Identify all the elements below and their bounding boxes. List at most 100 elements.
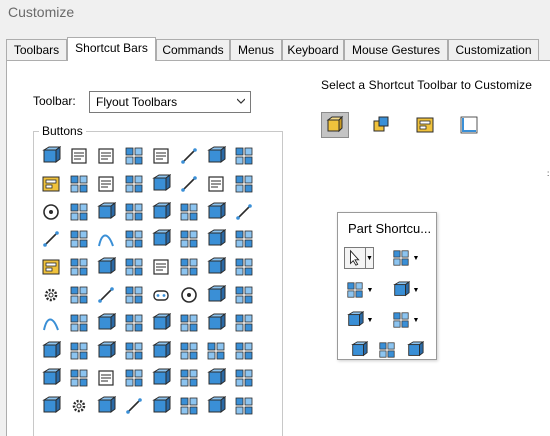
- tab-mouse-gestures[interactable]: Mouse Gestures: [344, 39, 448, 60]
- dropdown-arrow-icon[interactable]: ▼: [412, 279, 420, 301]
- sweep-icon[interactable]: [94, 340, 118, 362]
- blank-page-icon[interactable]: [149, 256, 173, 278]
- isometric-icon[interactable]: [390, 279, 412, 301]
- line-style-icon[interactable]: [177, 173, 201, 195]
- text-format-icon[interactable]: [67, 145, 91, 167]
- dropdown-arrow-icon[interactable]: ▼: [412, 247, 420, 269]
- ruler-icon[interactable]: [177, 395, 201, 417]
- trim-icon[interactable]: [232, 312, 256, 334]
- dropdown-arrow-icon[interactable]: ▼: [366, 247, 374, 269]
- stack-icon[interactable]: [232, 367, 256, 389]
- fillet-icon[interactable]: [67, 312, 91, 334]
- text-aaa-icon[interactable]: [94, 367, 118, 389]
- line-icon[interactable]: [94, 284, 118, 306]
- crosshair-icon[interactable]: [232, 145, 256, 167]
- key-icon[interactable]: [177, 367, 201, 389]
- sketch-icon[interactable]: [39, 145, 63, 167]
- grid-part-icon[interactable]: [177, 228, 201, 250]
- toolbox-icon[interactable]: [39, 256, 63, 278]
- curve-icon[interactable]: [94, 228, 118, 250]
- reference-geometry-icon[interactable]: [204, 145, 228, 167]
- revolve-icon[interactable]: [67, 340, 91, 362]
- pen-icon[interactable]: [122, 395, 146, 417]
- corner-icon[interactable]: [67, 284, 91, 306]
- drawing-shortcut-icon[interactable]: [411, 112, 439, 138]
- dropdown-arrow-icon[interactable]: ▼: [366, 309, 374, 331]
- zoom-icon[interactable]: [67, 256, 91, 278]
- monitor-icon[interactable]: [122, 367, 146, 389]
- feature-icon[interactable]: [149, 228, 173, 250]
- mirror-icon[interactable]: [177, 312, 201, 334]
- eye-icon[interactable]: [204, 312, 228, 334]
- annotation-text-icon[interactable]: [94, 145, 118, 167]
- loft-icon[interactable]: [122, 340, 146, 362]
- diamond-icon[interactable]: [204, 228, 228, 250]
- clipboard-icon[interactable]: [122, 228, 146, 250]
- document-icon[interactable]: [94, 173, 118, 195]
- section-view-icon[interactable]: [404, 339, 426, 361]
- table-icon[interactable]: [122, 173, 146, 195]
- dimension-icon[interactable]: [94, 395, 118, 417]
- part-shortcut-icon[interactable]: [321, 112, 349, 138]
- extrude-icon[interactable]: [39, 340, 63, 362]
- part-blue-icon[interactable]: [39, 395, 63, 417]
- tab-commands[interactable]: Commands: [156, 39, 230, 60]
- scale-icon[interactable]: [39, 367, 63, 389]
- box-icon[interactable]: [94, 312, 118, 334]
- sketch-shortcut-icon[interactable]: [455, 112, 483, 138]
- pencil-icon[interactable]: [39, 228, 63, 250]
- flag-icon[interactable]: [67, 201, 91, 223]
- tab-keyboard[interactable]: Keyboard: [282, 39, 344, 60]
- picture-icon[interactable]: [122, 201, 146, 223]
- rect-icon[interactable]: [122, 284, 146, 306]
- swap-icon[interactable]: [67, 367, 91, 389]
- globe-icon[interactable]: [94, 256, 118, 278]
- tab-menus[interactable]: Menus: [230, 39, 282, 60]
- multi-body-icon[interactable]: [204, 395, 228, 417]
- measure-icon[interactable]: [149, 395, 173, 417]
- gear-icon[interactable]: [39, 284, 63, 306]
- dropdown-arrow-icon[interactable]: ▼: [366, 279, 374, 301]
- color-wheel-icon[interactable]: [94, 201, 118, 223]
- frame-icon[interactable]: [177, 201, 201, 223]
- tab-customization[interactable]: Customization: [448, 39, 539, 60]
- printer-icon[interactable]: [232, 256, 256, 278]
- dropdown-arrow-icon[interactable]: ▼: [412, 309, 420, 331]
- spline-icon[interactable]: [177, 145, 201, 167]
- rib-icon[interactable]: [177, 340, 201, 362]
- toolbar-dropdown[interactable]: Flyout Toolbars: [89, 91, 251, 113]
- save-icon[interactable]: [204, 256, 228, 278]
- move-icon[interactable]: [232, 340, 256, 362]
- slot-icon[interactable]: [149, 284, 173, 306]
- extrude-icon[interactable]: [348, 339, 370, 361]
- table-grid-icon[interactable]: [232, 228, 256, 250]
- cursor-part-icon[interactable]: [122, 256, 146, 278]
- tab-shortcut-bars[interactable]: Shortcut Bars: [67, 37, 156, 61]
- ellipse-icon[interactable]: [232, 284, 256, 306]
- folder-check-icon[interactable]: [177, 256, 201, 278]
- tab-toolbars[interactable]: Toolbars: [6, 39, 67, 60]
- rotate-view-icon[interactable]: [232, 173, 256, 195]
- arrows-icon[interactable]: [149, 312, 173, 334]
- assembly-shortcut-icon[interactable]: [367, 112, 395, 138]
- assembly-icon[interactable]: [204, 201, 228, 223]
- normal-to-icon[interactable]: [344, 279, 366, 301]
- sketch-plane-icon[interactable]: [390, 309, 412, 331]
- shear-icon[interactable]: [149, 173, 173, 195]
- gray-parts-icon[interactable]: [232, 395, 256, 417]
- check-list-icon[interactable]: [149, 367, 173, 389]
- red-cube-icon[interactable]: [67, 228, 91, 250]
- mirror-feature-icon[interactable]: [204, 340, 228, 362]
- part-icon[interactable]: [122, 145, 146, 167]
- shell-icon[interactable]: [149, 340, 173, 362]
- part-gear-icon[interactable]: [67, 395, 91, 417]
- flag-icon[interactable]: [344, 309, 366, 331]
- line-corner-icon[interactable]: [232, 201, 256, 223]
- arc-icon[interactable]: [204, 284, 228, 306]
- target-icon[interactable]: [39, 201, 63, 223]
- wave-icon[interactable]: [39, 312, 63, 334]
- view-layout-icon[interactable]: [39, 173, 63, 195]
- pattern-icon[interactable]: [122, 312, 146, 334]
- solid-cube-icon[interactable]: [376, 339, 398, 361]
- circle-icon[interactable]: [177, 284, 201, 306]
